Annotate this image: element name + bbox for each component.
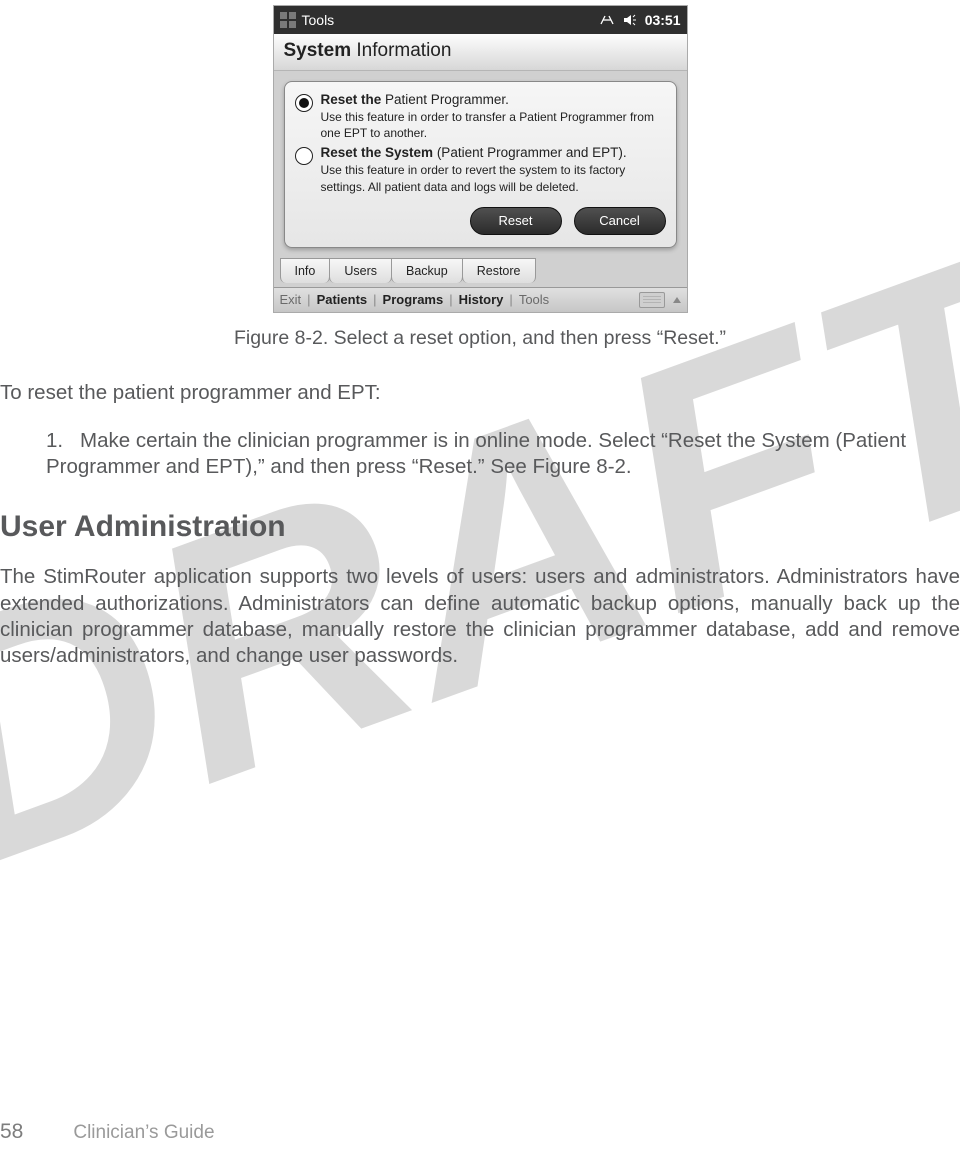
tab-backup[interactable]: Backup <box>391 258 463 283</box>
opt1-title-rest: Patient Programmer. <box>385 92 509 107</box>
nav-patients[interactable]: Patients <box>317 292 368 307</box>
start-icon[interactable] <box>280 12 296 28</box>
connectivity-icon <box>599 13 615 27</box>
footer-guide: Clinician’s Guide <box>73 1122 214 1144</box>
nav-history[interactable]: History <box>459 292 504 307</box>
volume-icon <box>623 13 637 27</box>
section-heading: User Administration <box>0 510 960 544</box>
titlebar-time: 03:51 <box>645 12 681 28</box>
page-footer: 58 Clinician’s Guide <box>0 1120 215 1144</box>
tab-info[interactable]: Info <box>280 258 331 283</box>
reset-dialog: Reset the Patient Programmer. Use this f… <box>284 81 677 248</box>
tab-restore[interactable]: Restore <box>462 258 536 283</box>
figure-caption: Figure 8-2. Select a reset option, and t… <box>0 327 960 350</box>
screen-heading: System Information <box>274 34 687 71</box>
opt1-desc: Use this feature in order to transfer a … <box>321 109 666 141</box>
device-screenshot: Tools 03:51 System Information Rese <box>273 5 688 313</box>
step-number: 1. <box>46 428 80 454</box>
page-number: 58 <box>0 1120 23 1144</box>
opt1-title-bold: Reset the <box>321 92 386 107</box>
heading-rest: Information <box>351 40 451 61</box>
section-body: The StimRouter application supports two … <box>0 564 960 669</box>
option-reset-system[interactable]: Reset the System (Patient Programmer and… <box>295 145 666 194</box>
option-reset-programmer[interactable]: Reset the Patient Programmer. Use this f… <box>295 92 666 141</box>
tab-users[interactable]: Users <box>329 258 392 283</box>
nav-programs[interactable]: Programs <box>383 292 444 307</box>
heading-bold: System <box>284 40 352 61</box>
bottom-nav: Exit | Patients | Programs | History | T… <box>274 287 687 312</box>
cancel-button[interactable]: Cancel <box>574 207 666 235</box>
nav-tools[interactable]: Tools <box>519 292 549 307</box>
opt2-title-rest: (Patient Programmer and EPT). <box>437 145 627 160</box>
ordered-step: 1.Make certain the clinician programmer … <box>46 428 960 480</box>
radio-selected-icon[interactable] <box>295 94 313 112</box>
tab-bar: Info Users Backup Restore <box>274 258 687 287</box>
step-text: Make certain the clinician programmer is… <box>46 429 906 478</box>
opt2-desc: Use this feature in order to revert the … <box>321 162 666 194</box>
chevron-up-icon[interactable] <box>673 297 681 303</box>
opt2-title-bold: Reset the System <box>321 145 437 160</box>
intro-text: To reset the patient programmer and EPT: <box>0 380 960 406</box>
reset-button[interactable]: Reset <box>470 207 562 235</box>
nav-exit[interactable]: Exit <box>280 292 302 307</box>
radio-unselected-icon[interactable] <box>295 147 313 165</box>
titlebar-title: Tools <box>302 12 335 28</box>
device-titlebar: Tools 03:51 <box>274 6 687 34</box>
keyboard-icon[interactable] <box>639 292 665 308</box>
